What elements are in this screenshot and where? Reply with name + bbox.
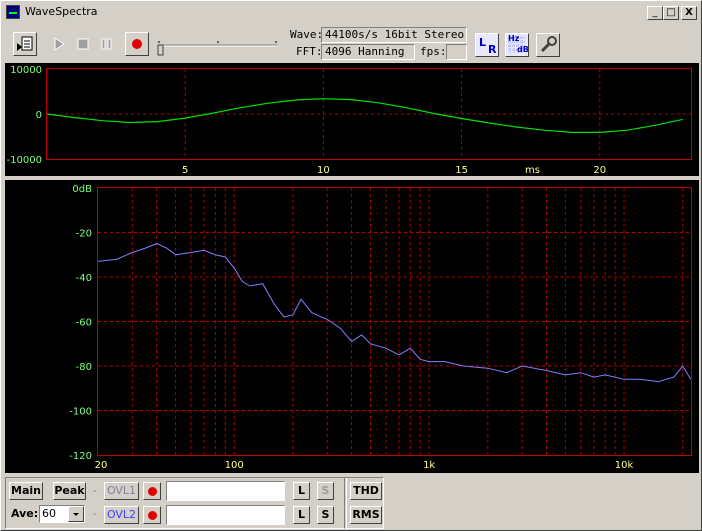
ave-select-value: 60 <box>42 507 56 520</box>
play-button[interactable] <box>47 32 71 56</box>
fps-field <box>446 44 467 60</box>
waveform-x-tick-label: 10 <box>317 165 330 176</box>
main-window: WaveSpectra _ □ X Wave: 44100s/s 16bit S… <box>0 0 702 531</box>
record-button[interactable] <box>125 32 149 56</box>
dash-label-2: - <box>93 507 97 520</box>
waveform-unit-label: ms <box>525 165 540 176</box>
waveform-y-tick-label: 10000 <box>10 65 42 76</box>
waveform-plot: 10000 0 -10000 5 10 15 20 ms <box>7 65 692 176</box>
chevron-down-icon <box>73 513 79 516</box>
settings-button[interactable] <box>536 33 560 57</box>
ovl2-save-button[interactable]: S <box>317 506 334 524</box>
channel-r-label: R <box>488 43 497 56</box>
channel-lr-button[interactable]: L R <box>475 33 499 57</box>
play-icon <box>54 37 65 51</box>
wave-format-field: 44100s/s 16bit Stereo <box>321 27 467 43</box>
waveform-x-tick-label: 5 <box>182 165 188 176</box>
rms-button[interactable]: RMS <box>350 506 382 524</box>
spectrum-panel: 0dB -20 -40 -60 -80 -100 -120 20 100 1k 10k <box>5 180 699 473</box>
spectrum-y-tick-label: -20 <box>76 229 92 240</box>
fps-label: fps: <box>420 45 447 58</box>
ovl2-name-field[interactable] <box>166 505 285 525</box>
db-label: dB <box>517 45 529 54</box>
open-file-icon <box>17 36 33 51</box>
main-button[interactable]: Main <box>9 482 43 500</box>
open-file-button[interactable] <box>13 32 37 56</box>
spectrum-y-tick-label: 0dB <box>72 184 92 195</box>
fft-label: FFT: <box>296 45 323 58</box>
dash-label-1: - <box>93 484 97 497</box>
title-bar[interactable]: WaveSpectra _ □ X <box>3 3 699 22</box>
ave-dropdown-button[interactable] <box>68 506 84 522</box>
spectrum-y-tick-label: -100 <box>69 407 92 418</box>
stop-button[interactable] <box>71 32 95 56</box>
spectrum-x-tick-label: 100 <box>225 460 244 471</box>
pause-button[interactable] <box>95 32 119 56</box>
app-icon <box>6 5 20 19</box>
record-icon <box>148 487 157 496</box>
waveform-x-tick-label: 20 <box>593 165 606 176</box>
wave-label: Wave: <box>290 28 324 41</box>
position-slider[interactable] <box>156 33 281 57</box>
ovl1-record-button[interactable] <box>143 482 161 500</box>
hz-label: Hz <box>508 34 520 43</box>
window-title: WaveSpectra <box>25 5 98 18</box>
spectrum-y-tick-label: -80 <box>76 362 92 373</box>
position-slider-track <box>157 41 278 56</box>
spectrum-trace <box>97 243 692 383</box>
pause-icon <box>101 38 112 50</box>
peak-button[interactable]: Peak <box>53 482 86 500</box>
ovl1-load-button[interactable]: L <box>293 482 310 500</box>
waveform-panel: 10000 0 -10000 5 10 15 20 ms <box>5 63 699 176</box>
ovl1-name-field[interactable] <box>166 481 285 501</box>
ovl2-record-button[interactable] <box>143 506 161 524</box>
record-icon <box>148 511 157 520</box>
ave-label: Ave: <box>11 507 39 520</box>
waveform-trace <box>46 98 683 134</box>
ovl2-button[interactable]: OVL2 <box>104 506 139 524</box>
spectrum-plot: 0dB -20 -40 -60 -80 -100 -120 20 100 1k 10k <box>69 184 692 471</box>
minimize-button[interactable]: _ <box>647 6 663 20</box>
waveform-y-tick-label: -10000 <box>7 155 42 166</box>
spectrum-y-tick-label: -120 <box>69 451 92 462</box>
spectrum-x-tick-label: 10k <box>615 460 634 471</box>
waveform-x-tick-label: 15 <box>455 165 468 176</box>
ave-select[interactable]: 60 <box>39 505 85 523</box>
thd-button[interactable]: THD <box>350 482 382 500</box>
waveform-y-tick-label: 0 <box>36 110 42 121</box>
wrench-icon <box>540 36 557 53</box>
record-icon <box>132 39 142 49</box>
fft-format-field: 4096 Hanning <box>321 44 415 60</box>
maximize-button[interactable]: □ <box>663 6 679 20</box>
stop-icon <box>77 38 89 50</box>
channel-l-label: L <box>479 36 487 49</box>
ovl1-save-button[interactable]: S <box>317 482 334 500</box>
ovl1-button[interactable]: OVL1 <box>104 482 139 500</box>
spectrum-y-tick-label: -40 <box>76 273 92 284</box>
close-button[interactable]: X <box>681 6 697 20</box>
hz-db-button[interactable]: Hz dB <box>505 33 529 57</box>
spectrum-y-tick-label: -60 <box>76 318 92 329</box>
spectrum-x-tick-label: 20 <box>95 460 108 471</box>
spectrum-x-tick-label: 1k <box>423 460 435 471</box>
ovl2-load-button[interactable]: L <box>293 506 310 524</box>
